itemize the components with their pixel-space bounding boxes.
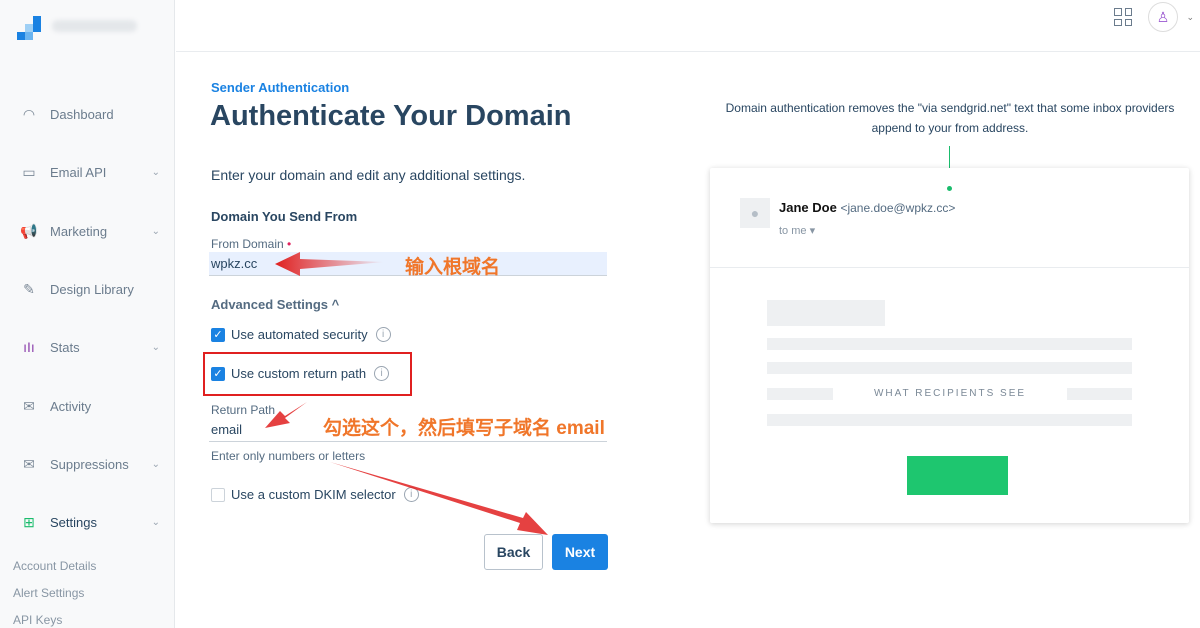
- recipient: to me ▾: [779, 225, 816, 237]
- what-recipients-see-label: WHAT RECIPIENTS SEE: [833, 382, 1067, 405]
- preview-description: Domain authentication removes the "via s…: [725, 101, 1175, 135]
- email-preview-card: ● Jane Doe <jane.doe@wpkz.cc> to me ▾ WH…: [710, 168, 1189, 523]
- person-icon: ●: [740, 198, 770, 228]
- cta-placeholder: [907, 456, 1008, 495]
- arrow-to-domain: [275, 252, 385, 276]
- sender: Jane Doe <jane.doe@wpkz.cc>: [779, 200, 956, 215]
- arrow-to-return-path: [265, 402, 307, 428]
- arrow-to-next: [330, 462, 548, 535]
- connector-dot: [947, 186, 952, 191]
